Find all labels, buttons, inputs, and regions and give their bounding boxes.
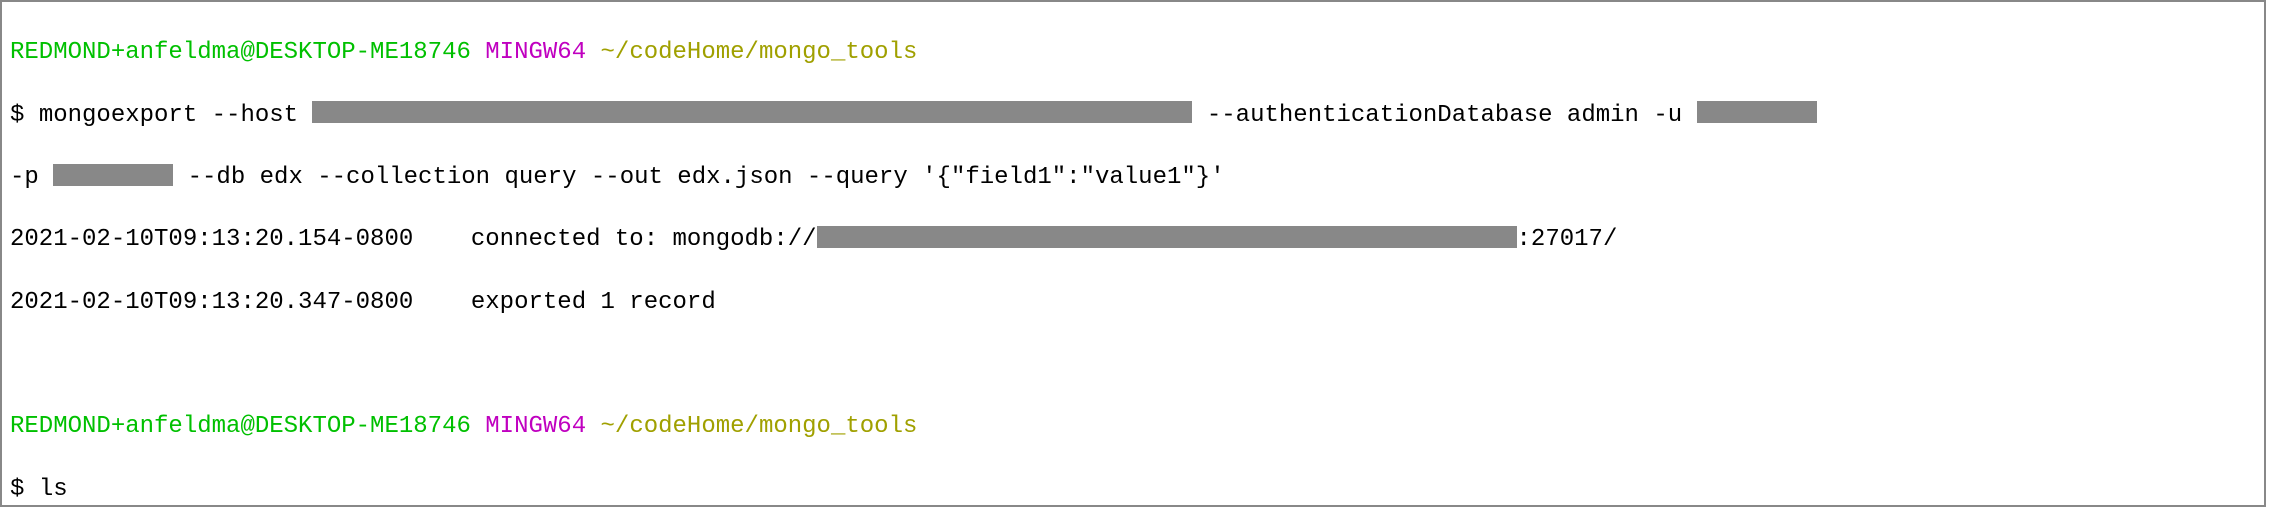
command-line-1: $ mongoexport --host --authenticationDat… <box>10 100 2256 131</box>
cmd-mongoexport-part3: -p <box>10 164 53 191</box>
prompt-sys: MINGW64 <box>485 413 586 440</box>
cmd-mongoexport-part4: --db edx --collection query --out edx.js… <box>173 164 1224 191</box>
blank-line-1 <box>10 349 2256 380</box>
output-connected-prefix: 2021-02-10T09:13:20.154-0800 connected t… <box>10 226 817 253</box>
prompt-line-2: REDMOND+anfeldma@DESKTOP-ME18746 MINGW64… <box>10 411 2256 442</box>
command-line-1b: -p --db edx --collection query --out edx… <box>10 162 2256 193</box>
prompt-sys: MINGW64 <box>485 39 586 66</box>
redacted-connection <box>817 226 1517 248</box>
prompt-dollar: $ <box>10 102 24 129</box>
prompt-user: REDMOND+anfeldma@DESKTOP-ME18746 <box>10 413 471 440</box>
cmd-mongoexport-part2: --authenticationDatabase admin -u <box>1192 102 1696 129</box>
prompt-dollar: $ <box>10 476 24 503</box>
prompt-path: ~/codeHome/mongo_tools <box>601 39 918 66</box>
prompt-line-1: REDMOND+anfeldma@DESKTOP-ME18746 MINGW64… <box>10 37 2256 68</box>
output-connected-suffix: :27017/ <box>1517 226 1618 253</box>
command-line-2: $ ls <box>10 474 2256 505</box>
output-exported: 2021-02-10T09:13:20.347-0800 exported 1 … <box>10 287 2256 318</box>
terminal-window[interactable]: REDMOND+anfeldma@DESKTOP-ME18746 MINGW64… <box>0 0 2266 507</box>
prompt-path: ~/codeHome/mongo_tools <box>601 413 918 440</box>
cmd-ls: ls <box>39 476 68 503</box>
cmd-mongoexport-part1: mongoexport --host <box>39 102 313 129</box>
redacted-password <box>53 164 173 186</box>
redacted-host <box>312 101 1192 123</box>
output-connected: 2021-02-10T09:13:20.154-0800 connected t… <box>10 224 2256 255</box>
prompt-user: REDMOND+anfeldma@DESKTOP-ME18746 <box>10 39 471 66</box>
redacted-username <box>1697 101 1817 123</box>
